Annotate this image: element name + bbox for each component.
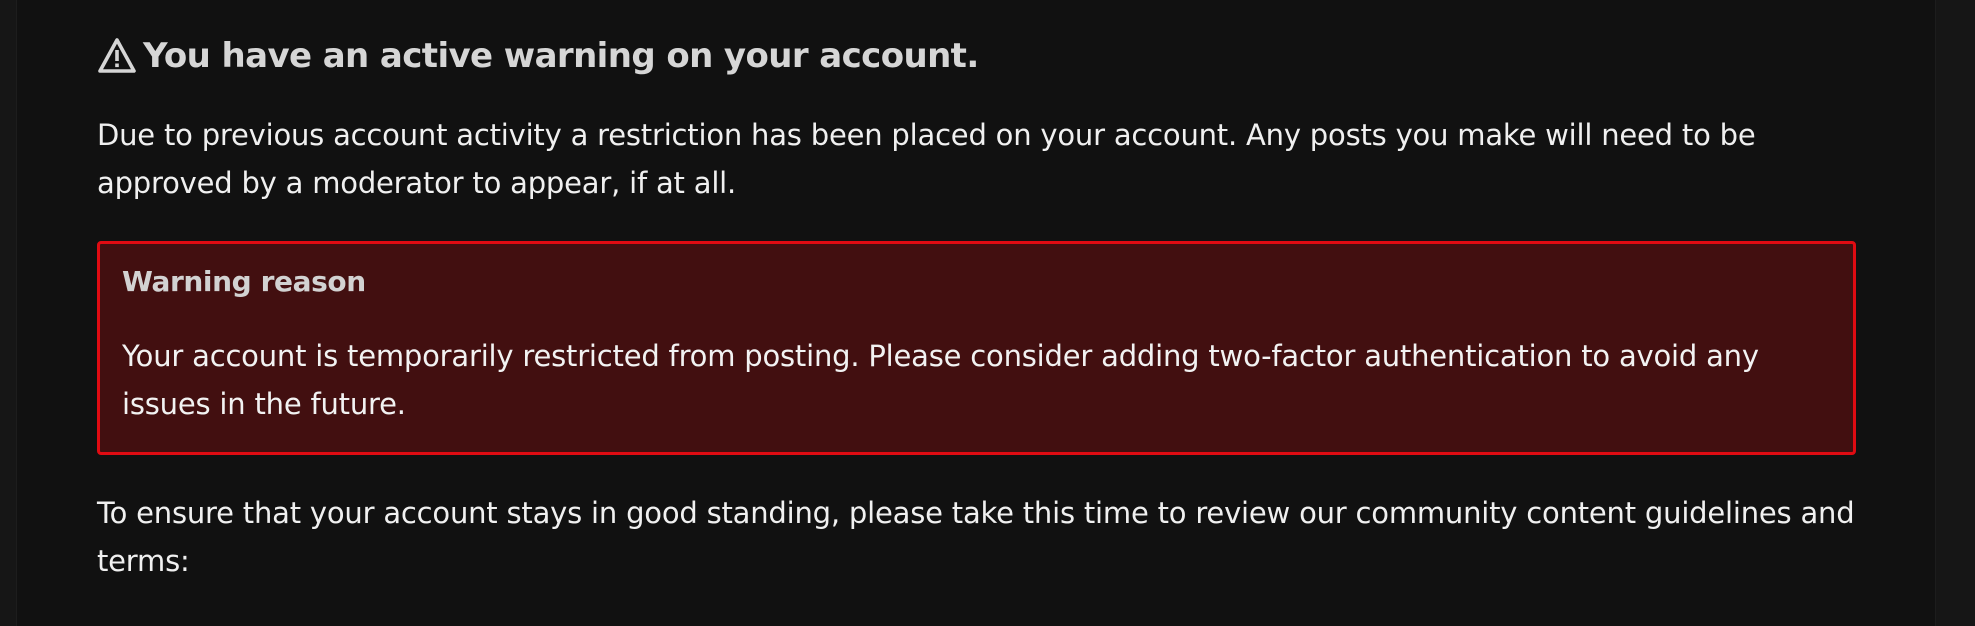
warning-reason-text: Your account is temporarily restricted f… [122,339,1759,421]
warning-content: You have an active warning on your accou… [97,0,1877,585]
page-heading: You have an active warning on your accou… [97,30,1877,82]
warning-triangle-icon [97,36,137,76]
guidelines-prompt: To ensure that your account stays in goo… [97,496,1855,578]
warning-reason-box: Warning reason Your account is temporari… [97,241,1856,455]
restriction-description: Due to previous account activity a restr… [97,118,1756,200]
warning-panel: You have an active warning on your accou… [16,0,1936,626]
warning-reason-title: Warning reason [122,265,366,298]
page-title: You have an active warning on your accou… [143,36,979,76]
